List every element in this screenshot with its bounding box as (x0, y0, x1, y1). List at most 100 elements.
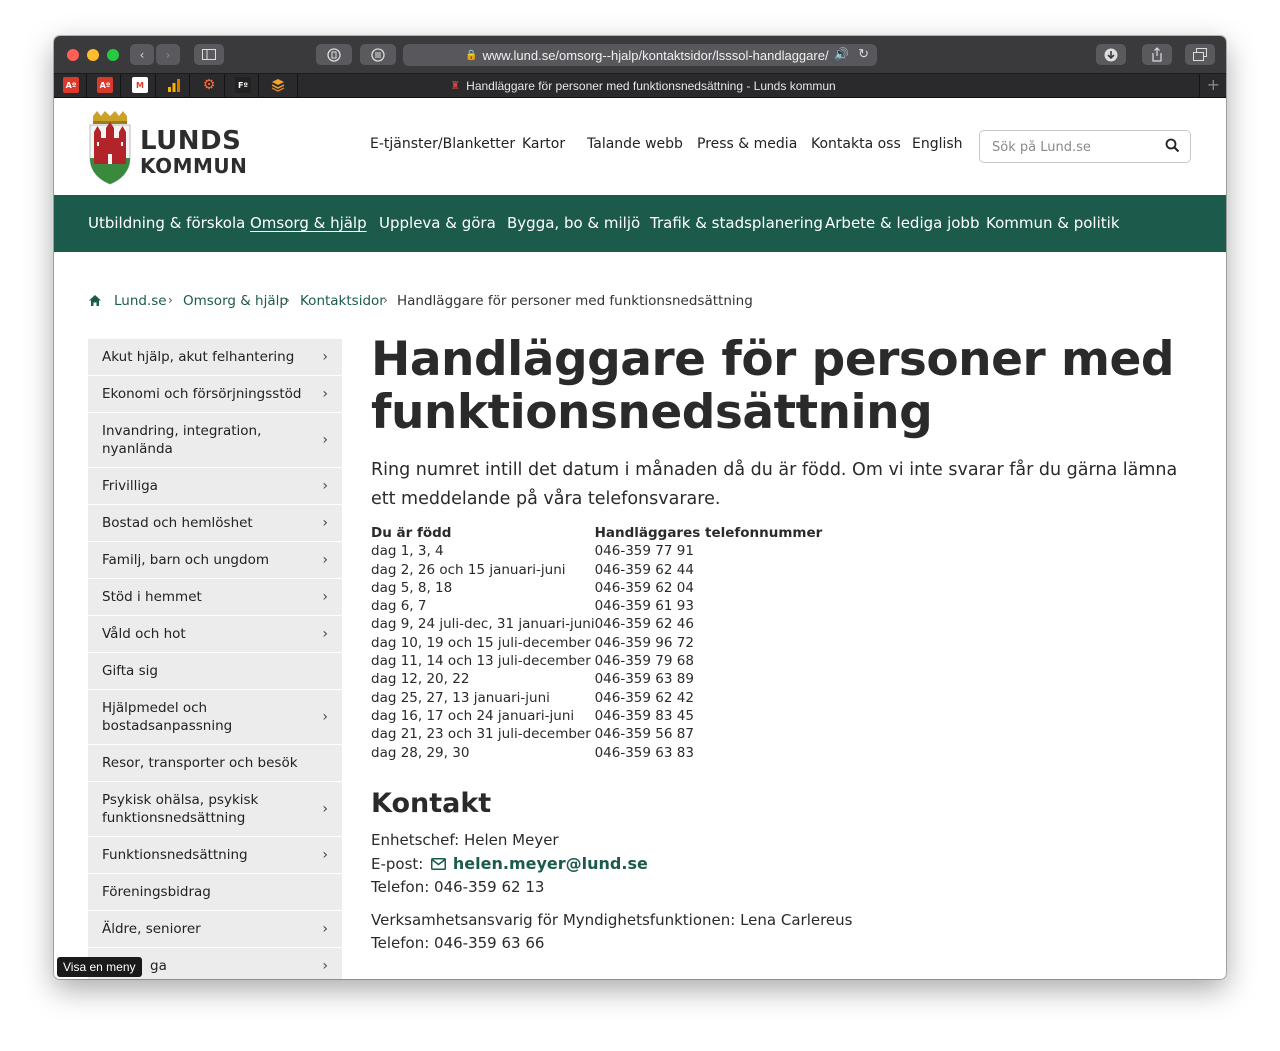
bookmark-gmail-icon[interactable]: M (132, 77, 148, 93)
email-label: E-post: (371, 854, 424, 873)
sidebar-item[interactable]: Akut hjälp, akut felhantering › (88, 339, 342, 376)
forward-button[interactable]: › (156, 44, 180, 65)
sidebar-item-label: Föreningsbidrag (102, 884, 211, 900)
sidebar-item[interactable]: Gifta sig (88, 653, 342, 690)
tabs-overview-button[interactable] (1185, 44, 1215, 65)
top-link-e-services[interactable]: E-tjänster/Blanketter (370, 136, 515, 152)
sidebar-item-label: Resor, transporter och besök (102, 755, 298, 771)
chevron-right-icon: › (322, 349, 328, 365)
reader-button[interactable] (360, 44, 396, 65)
address-bar[interactable]: 🔒 www.lund.se/omsorg--hjalp/kontaktsidor… (403, 44, 877, 66)
sidebar-item[interactable]: Frivilliga › (88, 468, 342, 505)
born-cell: dag 21, 23 och 31 juli-december (371, 726, 591, 743)
breadcrumb-contact-pages[interactable]: Kontaktsidor (300, 293, 385, 309)
breadcrumb-home[interactable]: Lund.se (114, 293, 167, 309)
table-row: dag 5, 8, 18 046-359 62 04 (371, 580, 822, 598)
main-content: Handläggare för personer med funktionsne… (371, 333, 1201, 955)
tab-title: Handläggare för personer med funktionsne… (466, 78, 836, 93)
column-header-born: Du är född (371, 525, 452, 541)
main-nav-jobs[interactable]: Arbete & lediga jobb (825, 214, 979, 232)
sidebar-item[interactable]: Funktionsnedsättning › (88, 837, 342, 874)
tabs-icon (1193, 48, 1207, 61)
born-cell: dag 5, 8, 18 (371, 579, 453, 596)
back-button[interactable]: ‹ (130, 44, 154, 65)
sidebar-item[interactable]: Föreningsbidrag (88, 874, 342, 911)
minimize-window-button[interactable] (87, 49, 99, 61)
site-logo[interactable]: LUNDS KOMMUN (87, 110, 247, 186)
sidebar-item[interactable]: Våld och hot › (88, 616, 342, 653)
sidebar-item[interactable]: Stöd i hemmet › (88, 579, 342, 616)
phone-table: Du är född Handläggares telefonnummer da… (371, 525, 822, 763)
chevron-right-icon: › (322, 515, 328, 531)
url-text: www.lund.se/omsorg--hjalp/kontaktsidor/l… (482, 47, 829, 63)
sidebar-item-label: Våld och hot (102, 626, 186, 642)
breadcrumb-care[interactable]: Omsorg & hjälp (183, 293, 288, 309)
sidebar-item-label: Familj, barn och ungdom (102, 552, 269, 568)
browser-window: ‹ › 🔒 www.lund.se/omsorg--hjalp/kontakts… (54, 36, 1226, 979)
main-nav: Utbildning & förskola Omsorg & hjälp Upp… (54, 195, 1226, 252)
breadcrumb-current: Handläggare för personer med funktionsne… (397, 293, 753, 309)
top-link-maps[interactable]: Kartor (522, 136, 565, 152)
close-window-button[interactable] (67, 49, 79, 61)
tooltip: Visa en meny (57, 957, 142, 977)
home-icon[interactable] (88, 294, 102, 307)
search-input[interactable] (990, 131, 1164, 164)
bookmark-settings-gear-icon[interactable]: ⚙ (201, 77, 217, 93)
email-line: E-post: helen.meyer@lund.se (371, 852, 1201, 876)
main-nav-education[interactable]: Utbildning & förskola (88, 214, 245, 232)
sidebar-item-label: Psykisk ohälsa, psykisk funktionsnedsätt… (102, 792, 259, 826)
main-nav-care[interactable]: Omsorg & hjälp (250, 214, 367, 232)
sidebar-item[interactable]: Hjälpmedel och bostadsanpassning › (88, 690, 342, 745)
sidebar-item[interactable]: Bostad och hemlöshet › (88, 505, 342, 542)
bookmark-f-icon[interactable]: Fº (235, 77, 251, 93)
bookmark-layers-icon[interactable] (270, 77, 286, 93)
phone-cell: 046-359 62 04 (594, 579, 694, 596)
top-link-talking-web[interactable]: Talande webb (587, 136, 683, 152)
new-tab-button[interactable]: + (1207, 75, 1220, 94)
main-nav-politics[interactable]: Kommun & politik (986, 214, 1120, 232)
reload-icon[interactable]: ↻ (858, 46, 869, 62)
sidebar-item[interactable]: Ekonomi och försörjningsstöd › (88, 376, 342, 413)
chevron-right-icon: › (165, 47, 171, 62)
born-cell: dag 2, 26 och 15 januari-juni (371, 561, 566, 578)
envelope-icon (431, 857, 447, 870)
table-row: dag 12, 20, 22 046-359 63 89 (371, 671, 822, 689)
contact-block: Enhetschef: Helen Meyer E-post: helen.me… (371, 829, 1201, 955)
main-nav-traffic[interactable]: Trafik & stadsplanering (650, 214, 823, 232)
email-link[interactable]: helen.meyer@lund.se (453, 854, 648, 873)
share-button[interactable] (1142, 44, 1172, 65)
chevron-right-icon: › (322, 801, 328, 817)
sidebar-item[interactable]: Psykisk ohälsa, psykisk funktionsnedsätt… (88, 782, 342, 837)
phone-cell: 046-359 79 68 (594, 653, 694, 670)
bookmark-acrobat-icon[interactable]: Aº (63, 77, 79, 93)
sidebar-item-label: Hjälpmedel och bostadsanpassning (102, 700, 233, 734)
sidebar-item[interactable]: Äldre, seniorer › (88, 911, 342, 948)
top-link-english[interactable]: English (912, 136, 963, 152)
sidebar-toggle-button[interactable] (194, 44, 224, 65)
divider (86, 74, 87, 97)
active-tab[interactable]: ♜ Handläggare för personer med funktions… (298, 74, 988, 97)
main-nav-experience[interactable]: Uppleva & göra (379, 214, 496, 232)
sidebar-item[interactable]: Resor, transporter och besök (88, 745, 342, 782)
phone-cell: 046-359 62 42 (594, 689, 694, 706)
sidebar-item-label: Gifta sig (102, 663, 158, 679)
zoom-window-button[interactable] (107, 49, 119, 61)
top-link-contact[interactable]: Kontakta oss (811, 136, 901, 152)
sidebar-item[interactable]: Familj, barn och ungdom › (88, 542, 342, 579)
born-cell: dag 1, 3, 4 (371, 543, 444, 560)
sidebar-item[interactable]: Invandring, integration, nyanlända › (88, 413, 342, 468)
born-cell: dag 6, 7 (371, 598, 427, 615)
speaker-icon[interactable]: 🔊 (834, 47, 849, 61)
bookmark-acrobat-icon[interactable]: Aº (97, 77, 113, 93)
table-row: dag 2, 26 och 15 januari-juni 046-359 62 … (371, 562, 822, 580)
downloads-button[interactable] (1096, 44, 1126, 65)
privacy-report-button[interactable] (316, 44, 352, 65)
table-row: dag 1, 3, 4 046-359 77 91 (371, 543, 822, 561)
phone-cell: 046-359 61 93 (594, 598, 694, 615)
top-link-press[interactable]: Press & media (697, 136, 797, 152)
search-icon[interactable] (1165, 138, 1180, 153)
born-cell: dag 16, 17 och 24 januari-juni (371, 707, 575, 724)
sidebar-item-label: Ekonomi och försörjningsstöd (102, 386, 302, 402)
main-nav-building[interactable]: Bygga, bo & miljö (507, 214, 640, 232)
bookmark-analytics-icon[interactable] (166, 77, 182, 93)
